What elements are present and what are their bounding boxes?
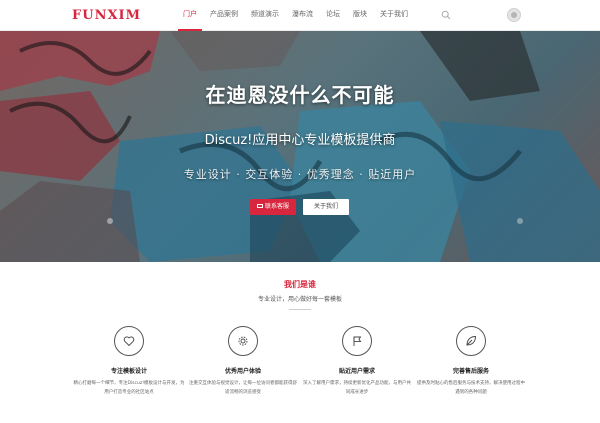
hero-subtitle: Discuz!应用中心专业模板提供商 bbox=[204, 133, 396, 148]
nav-item-products[interactable]: 产品案例 bbox=[205, 0, 243, 31]
flag-icon bbox=[353, 336, 362, 346]
feature-title: 完善售后服务 bbox=[452, 368, 489, 375]
feature-text: 精心打磨每一个细节，专注Discuz!模板设计与开发，为用户打造专业的社区站点 bbox=[73, 381, 185, 395]
feature-text: 提供及时贴心的售后服务与技术支持，解决使用过程中遇到的各种问题 bbox=[417, 381, 525, 395]
feature-title: 贴近用户需求 bbox=[338, 368, 375, 375]
nav-item-portal[interactable]: 门户 bbox=[178, 0, 202, 31]
contact-button[interactable]: 联系客服 bbox=[250, 199, 296, 215]
top-header: FUNXIM 门户 产品案例 频道演示 瀑布流 论坛 版块 关于我们 bbox=[0, 0, 600, 31]
feature-title: 优秀用户体验 bbox=[224, 368, 261, 375]
hero-title: 在迪恩没什么不可能 bbox=[205, 83, 395, 107]
section-title: 我们是谁 bbox=[284, 280, 316, 289]
nav-item-waterfall[interactable]: 瀑布流 bbox=[287, 0, 318, 31]
gear-icon bbox=[238, 336, 248, 346]
search-icon[interactable] bbox=[441, 10, 451, 20]
avatar[interactable] bbox=[507, 8, 521, 22]
nav-item-about[interactable]: 关于我们 bbox=[375, 0, 413, 31]
nav-item-boards[interactable]: 版块 bbox=[348, 0, 372, 31]
feature-text: 深入了解用户需求，持续更新优化产品功能，与用户共同成长进步 bbox=[303, 381, 411, 395]
contact-button-label: 联系客服 bbox=[264, 203, 289, 210]
hero-tagline: 专业设计 · 交互体验 · 优秀理念 · 贴近用户 bbox=[183, 168, 417, 181]
site-logo[interactable]: FUNXIM bbox=[72, 8, 141, 23]
section-divider bbox=[289, 309, 311, 310]
heart-icon bbox=[123, 336, 135, 347]
main-nav: 门户 产品案例 频道演示 瀑布流 论坛 版块 关于我们 bbox=[178, 0, 416, 31]
nav-item-forum[interactable]: 论坛 bbox=[321, 0, 345, 31]
hero-banner: 在迪恩没什么不可能 Discuz!应用中心专业模板提供商 专业设计 · 交互体验… bbox=[0, 31, 600, 262]
section-description: 专业设计，用心做好每一套模板 bbox=[257, 296, 342, 303]
feature-title: 专注模板设计 bbox=[110, 368, 147, 375]
leaf-icon bbox=[466, 336, 476, 346]
mail-icon bbox=[256, 203, 263, 208]
nav-item-channels[interactable]: 频道演示 bbox=[246, 0, 284, 31]
about-button[interactable]: 关于我们 bbox=[303, 199, 349, 215]
feature-text: 注重交互体验与视觉设计，让每一位访问者都能获得舒适流畅的浏览感受 bbox=[189, 381, 297, 395]
